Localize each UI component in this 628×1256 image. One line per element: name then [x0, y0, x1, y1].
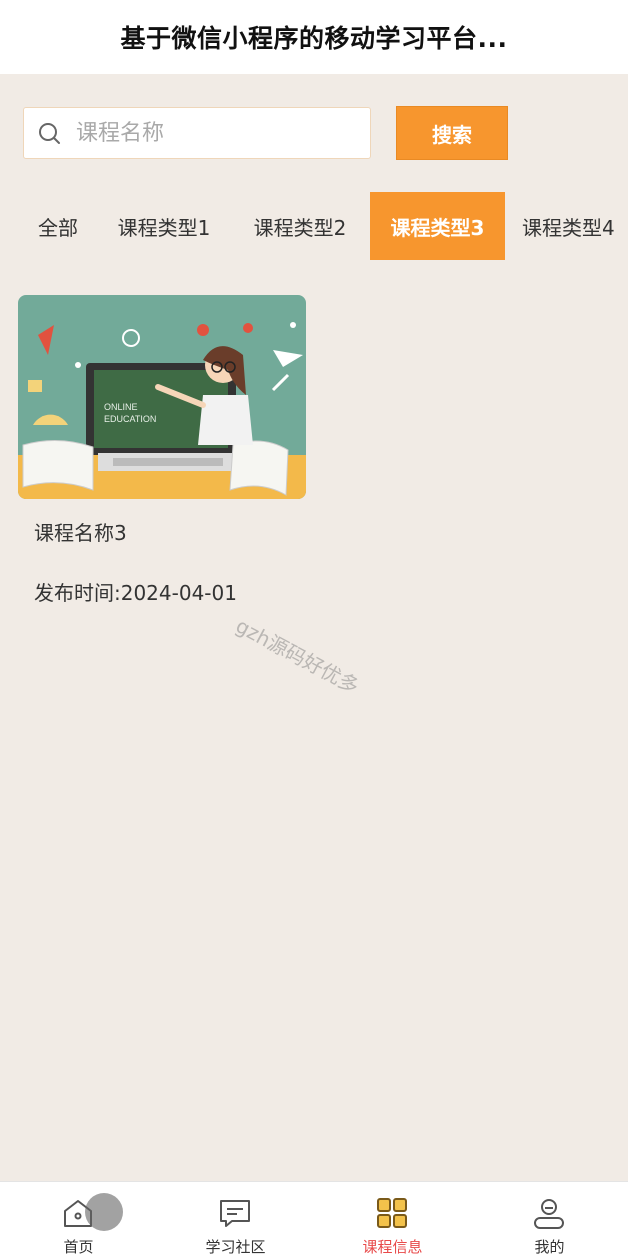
tabbar-item-course-info[interactable]: 课程信息 [314, 1182, 471, 1256]
search-button[interactable]: 搜索 [396, 106, 508, 160]
course-publish-date: 发布时间:2024-04-01 [34, 581, 237, 605]
touch-indicator [85, 1193, 123, 1231]
cover-text-online: ONLINE [104, 402, 138, 412]
watermark: gzh源码好优多 [231, 613, 364, 699]
tab-course-type-2[interactable]: 课程类型2 [237, 192, 363, 260]
cover-text-education: EDUCATION [104, 414, 156, 424]
tab-course-type-3[interactable]: 课程类型3 [370, 192, 505, 260]
tab-course-type-4[interactable]: 课程类型4 [512, 192, 628, 260]
search-bar: 搜索 [23, 106, 513, 160]
tab-all[interactable]: 全部 [20, 192, 96, 260]
course-name: 课程名称3 [34, 521, 127, 545]
chat-icon [220, 1200, 250, 1227]
app-header: 基于微信小程序的移动学习平台... [0, 0, 628, 74]
tabbar-item-home[interactable]: 首页 [0, 1182, 157, 1256]
tabbar-label-community: 学习社区 [205, 1238, 266, 1256]
tabbar-item-profile[interactable]: 我的 [471, 1182, 628, 1256]
grid-icon [377, 1198, 407, 1228]
page-title: 基于微信小程序的移动学习平台... [120, 24, 508, 53]
tab-course-type-1[interactable]: 课程类型1 [101, 192, 227, 260]
course-type-tabs: 全部 课程类型1 课程类型2 课程类型3 课程类型4 [0, 192, 628, 260]
search-icon [39, 123, 60, 144]
tabbar-label-profile: 我的 [534, 1238, 565, 1256]
tabbar-item-community[interactable]: 学习社区 [157, 1182, 314, 1256]
search-box[interactable] [23, 107, 371, 159]
user-icon [534, 1199, 564, 1229]
tabbar-label-course-info: 课程信息 [362, 1238, 423, 1256]
tabbar-label-home: 首页 [63, 1238, 94, 1256]
search-input[interactable] [76, 110, 366, 156]
course-cover-image[interactable]: ONLINE EDUCATION [18, 295, 306, 499]
course-card[interactable]: ONLINE EDUCATION 课程名称3 发布时间:2024-04-01 [18, 295, 306, 605]
